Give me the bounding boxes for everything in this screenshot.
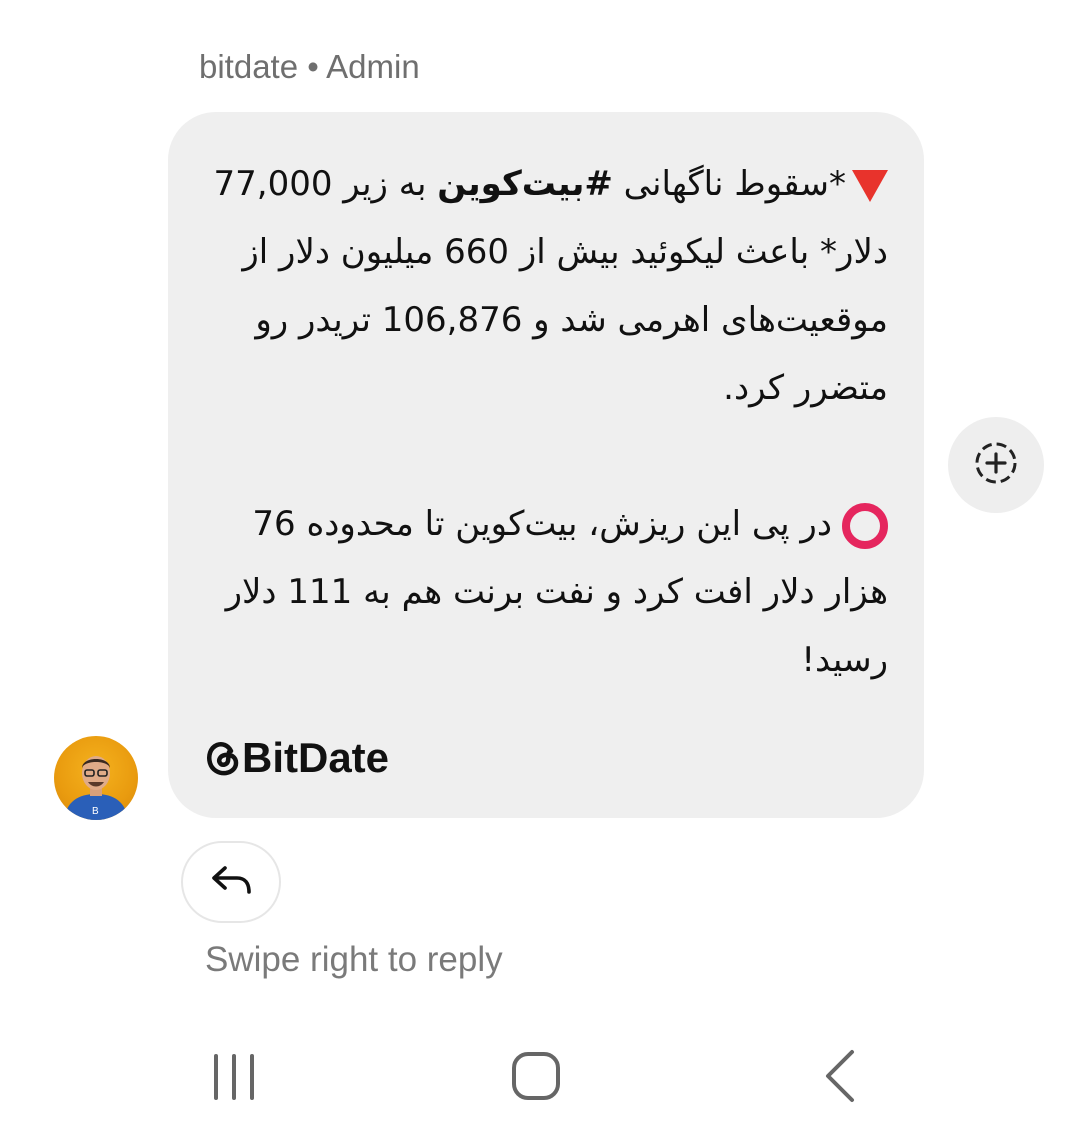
message-para2: در پی این ریزش، بیت‌کوین تا محدوده 76 هز… — [225, 504, 888, 680]
signature-text: BitDate — [242, 734, 390, 781]
threads-icon — [206, 738, 240, 786]
system-nav-bar — [0, 1030, 1080, 1130]
add-reaction-button[interactable] — [948, 417, 1044, 513]
svg-text:B: B — [92, 806, 99, 817]
reply-arrow-icon — [209, 862, 253, 902]
swipe-reply-hint: Swipe right to reply — [205, 940, 503, 979]
reply-button[interactable] — [181, 841, 281, 923]
message-text: *سقوط ناگهانی #بیت‌کوین به زیر 77,000 دل… — [208, 150, 888, 694]
message-para1-prefix: *سقوط ناگهانی — [612, 164, 846, 204]
hashtag-link[interactable]: #بیت‌کوین — [437, 164, 613, 204]
red-ring-icon — [842, 502, 888, 549]
add-reaction-icon — [973, 440, 1019, 490]
sender-line: bitdate • Admin — [199, 48, 420, 85]
avatar[interactable]: B — [54, 736, 138, 820]
back-icon[interactable] — [820, 1048, 860, 1108]
red-triangle-icon — [852, 169, 888, 202]
message-bubble[interactable]: *سقوط ناگهانی #بیت‌کوین به زیر 77,000 دل… — [168, 112, 924, 818]
recents-icon[interactable] — [210, 1052, 260, 1106]
signature[interactable]: BitDate — [206, 734, 389, 786]
home-icon[interactable] — [510, 1050, 562, 1106]
